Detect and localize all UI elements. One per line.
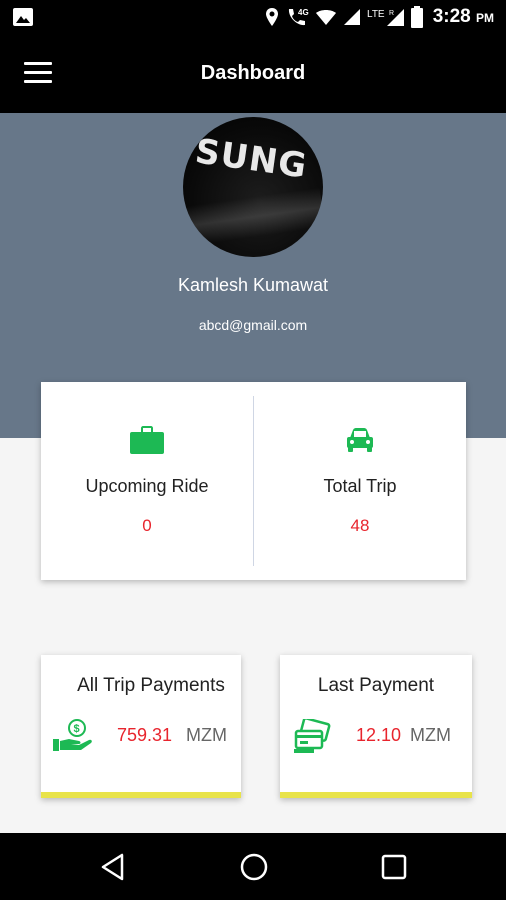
signal-icon bbox=[343, 9, 360, 25]
card-payment-icon bbox=[294, 719, 331, 753]
home-icon[interactable] bbox=[238, 851, 270, 883]
app-bar: Dashboard bbox=[0, 34, 506, 113]
total-trip-label: Total Trip bbox=[323, 476, 397, 496]
profile-email: abcd@gmail.com bbox=[198, 317, 308, 333]
lte-signal-icon: LTE R bbox=[367, 9, 404, 26]
all-trip-payments-amount: 759.31 bbox=[117, 725, 173, 745]
all-trip-payments-card[interactable]: All Trip Payments $ 759.31 MZM bbox=[41, 655, 241, 798]
status-bar: 4G LTE R 3:28 PM bbox=[0, 0, 506, 34]
last-payment-currency: MZM bbox=[410, 725, 451, 745]
last-payment-card[interactable]: Last Payment 12.10 MZM bbox=[280, 655, 472, 798]
upcoming-ride-label: Upcoming Ride bbox=[85, 476, 209, 496]
all-trip-payments-title: All Trip Payments bbox=[77, 675, 225, 696]
battery-icon bbox=[410, 6, 423, 28]
avatar-image-text: SUNG bbox=[192, 131, 310, 187]
back-icon[interactable] bbox=[98, 851, 130, 883]
image-notification-icon bbox=[13, 8, 33, 26]
roaming-label: R bbox=[389, 10, 394, 17]
network-type-label: 4G bbox=[298, 8, 309, 17]
status-time: 3:28 PM bbox=[433, 6, 494, 28]
page-title: Dashboard bbox=[200, 62, 306, 84]
stats-card: Upcoming Ride 0 Total Trip 48 bbox=[41, 382, 466, 580]
volte-call-icon: 4G bbox=[288, 8, 309, 26]
profile-name: Kamlesh Kumawat bbox=[177, 275, 329, 295]
location-icon bbox=[265, 8, 278, 26]
upcoming-ride-stat[interactable]: Upcoming Ride 0 bbox=[41, 382, 253, 580]
wifi-icon bbox=[315, 10, 336, 25]
briefcase-icon bbox=[130, 426, 164, 454]
total-trip-stat[interactable]: Total Trip 48 bbox=[254, 382, 466, 580]
total-trip-value: 48 bbox=[350, 516, 370, 535]
avatar[interactable]: SUNG bbox=[183, 117, 323, 257]
recents-icon[interactable] bbox=[378, 851, 410, 883]
car-icon bbox=[347, 428, 373, 452]
svg-text:$: $ bbox=[74, 723, 80, 735]
all-trip-payments-currency: MZM bbox=[186, 725, 227, 745]
lte-label: LTE bbox=[367, 9, 385, 20]
status-icons: 4G LTE R 3:28 PM bbox=[265, 5, 494, 29]
upcoming-ride-value: 0 bbox=[142, 516, 152, 535]
last-payment-amount: 12.10 bbox=[356, 725, 402, 745]
last-payment-title: Last Payment bbox=[317, 675, 435, 696]
system-nav-bar bbox=[0, 833, 506, 900]
time-value: 3:28 bbox=[432, 6, 471, 27]
time-ampm: PM bbox=[476, 11, 494, 25]
hand-money-icon: $ bbox=[53, 719, 92, 751]
